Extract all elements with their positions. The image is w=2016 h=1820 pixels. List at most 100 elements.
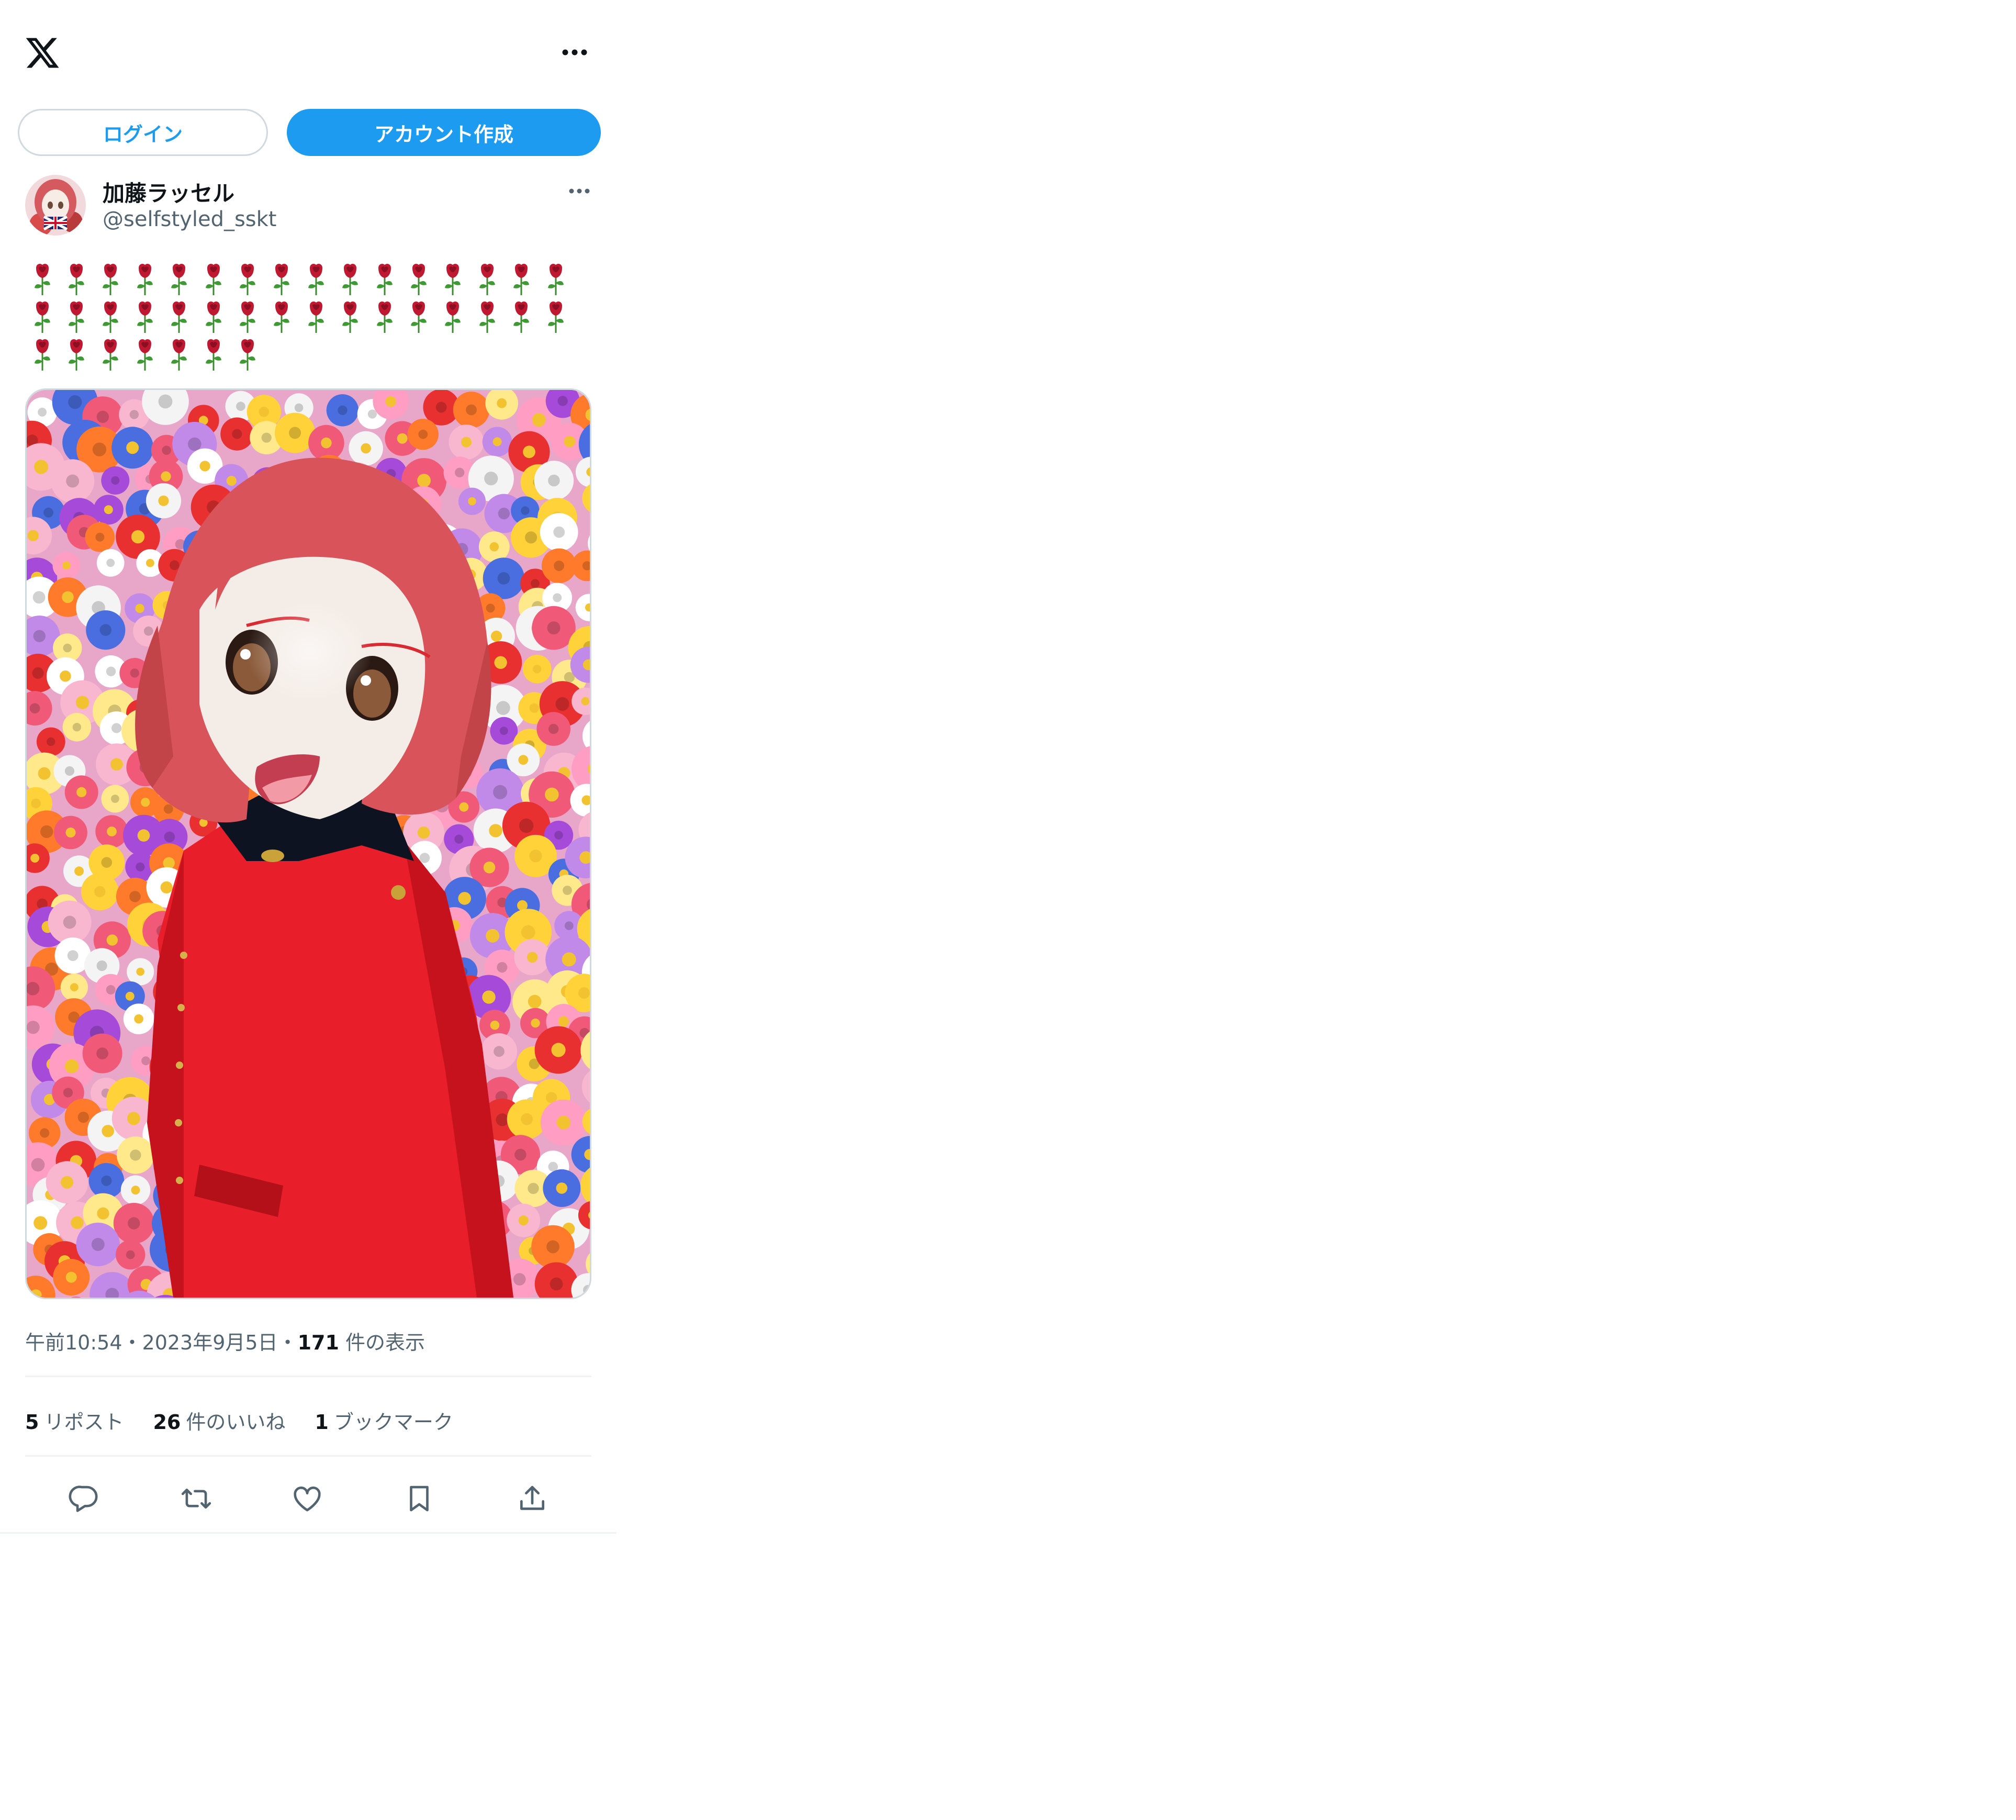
- flower-center: [63, 915, 76, 929]
- more-horizontal-icon[interactable]: [566, 183, 592, 199]
- rose-emoji: [230, 299, 264, 337]
- author-handle[interactable]: @selfstyled_sskt: [103, 207, 276, 231]
- reposts-label: リポスト: [44, 1411, 124, 1434]
- tweet-date[interactable]: 2023年9月5日: [142, 1331, 278, 1354]
- flower-center: [65, 1271, 77, 1283]
- flower-center: [94, 886, 106, 898]
- flower-center: [96, 410, 109, 423]
- reply-icon[interactable]: [68, 1482, 100, 1515]
- rose-emoji: [94, 337, 128, 375]
- flower-center: [99, 624, 112, 636]
- flower-center: [564, 436, 576, 448]
- flower-center: [60, 670, 71, 682]
- bookmark-icon[interactable]: [403, 1482, 435, 1515]
- flower-center: [494, 1046, 505, 1057]
- flower-center: [236, 401, 245, 411]
- reposts-stat[interactable]: 5 リポスト: [25, 1406, 124, 1435]
- flower-center: [91, 1237, 105, 1251]
- top-bar: [0, 0, 617, 105]
- avatar[interactable]: [25, 175, 86, 236]
- flower-center: [554, 831, 563, 840]
- flower-center: [454, 834, 464, 844]
- flower-center: [43, 507, 54, 518]
- bookmarks-stat[interactable]: 1 ブックマーク: [315, 1406, 453, 1435]
- flower-center: [32, 667, 44, 679]
- share-icon[interactable]: [516, 1482, 548, 1515]
- flower-center: [581, 697, 590, 706]
- flower-center: [556, 1115, 570, 1130]
- reposts-count: 5: [25, 1411, 39, 1434]
- flower-center: [562, 952, 576, 967]
- likes-count: 26: [153, 1411, 181, 1434]
- flower-center: [163, 857, 175, 869]
- rose-emoji: [367, 262, 401, 299]
- flower-center: [30, 854, 40, 863]
- flower-center: [226, 476, 237, 486]
- rose-emoji: [25, 337, 59, 375]
- flower-center: [563, 886, 572, 895]
- rose-emoji: [162, 299, 196, 337]
- flower-center: [321, 437, 332, 449]
- tweet-page: ログイン アカウント作成 加藤ラッセル @selfstyled_sskt 午前1…: [0, 0, 617, 1534]
- text-row: [25, 337, 580, 375]
- author-display-name[interactable]: 加藤ラッセル: [103, 176, 234, 208]
- rose-emoji: [162, 262, 196, 299]
- flower-center: [417, 474, 431, 487]
- flower-center: [490, 1020, 500, 1030]
- rose-emoji: [539, 262, 573, 299]
- flower-center: [518, 755, 529, 765]
- flower-center: [158, 394, 173, 409]
- flower-center: [497, 962, 508, 973]
- flower-center: [468, 497, 476, 506]
- flower-center: [564, 921, 574, 930]
- create-account-button[interactable]: アカウント作成: [287, 109, 601, 156]
- flower-center: [38, 407, 47, 417]
- likes-label: 件のいいね: [186, 1411, 286, 1434]
- flower-center: [32, 591, 46, 604]
- flower-center: [126, 441, 139, 454]
- flower-center: [492, 437, 502, 446]
- flower-center: [128, 1217, 140, 1230]
- flower-center: [419, 853, 430, 863]
- flower-center: [62, 561, 71, 570]
- flower-center: [136, 967, 144, 976]
- flower-center: [491, 630, 502, 642]
- rose-emoji: [265, 262, 299, 299]
- flower-center: [106, 559, 115, 567]
- flower-center: [143, 626, 153, 636]
- login-button[interactable]: ログイン: [18, 109, 268, 156]
- flower-center: [486, 604, 495, 613]
- flower-center: [553, 526, 565, 538]
- tweet-text: [25, 262, 580, 375]
- bookmarks-label: ブックマーク: [333, 1411, 453, 1434]
- flower-center: [136, 862, 145, 872]
- like-icon[interactable]: [291, 1482, 323, 1515]
- flower-center: [62, 591, 74, 604]
- flower-center: [101, 1175, 112, 1186]
- flower-center: [47, 737, 55, 746]
- flower-center: [529, 703, 539, 713]
- text-row: [25, 262, 580, 299]
- more-horizontal-icon[interactable]: [559, 43, 590, 62]
- x-logo-icon[interactable]: [24, 35, 61, 71]
- flower-center: [519, 818, 534, 833]
- flower-center: [29, 703, 40, 713]
- flower-center: [75, 696, 89, 709]
- tweet-photo[interactable]: [25, 388, 591, 1299]
- flower-center: [494, 656, 507, 669]
- flower-center: [137, 829, 150, 842]
- likes-stat[interactable]: 26 件のいいね: [153, 1406, 285, 1435]
- tweet-time[interactable]: 午前10:54: [25, 1331, 122, 1354]
- flower-center: [497, 572, 510, 585]
- flower-center: [129, 891, 141, 902]
- views-count: 171: [297, 1331, 339, 1354]
- flower-center: [96, 1047, 109, 1059]
- flower-center: [111, 723, 122, 733]
- rose-emoji: [128, 299, 162, 337]
- flower-center: [482, 990, 496, 1004]
- flower-center: [65, 827, 76, 838]
- flower-center: [435, 401, 447, 413]
- repost-icon[interactable]: [180, 1482, 212, 1515]
- views-label: 件の表示: [345, 1331, 425, 1354]
- flower-center: [521, 925, 535, 940]
